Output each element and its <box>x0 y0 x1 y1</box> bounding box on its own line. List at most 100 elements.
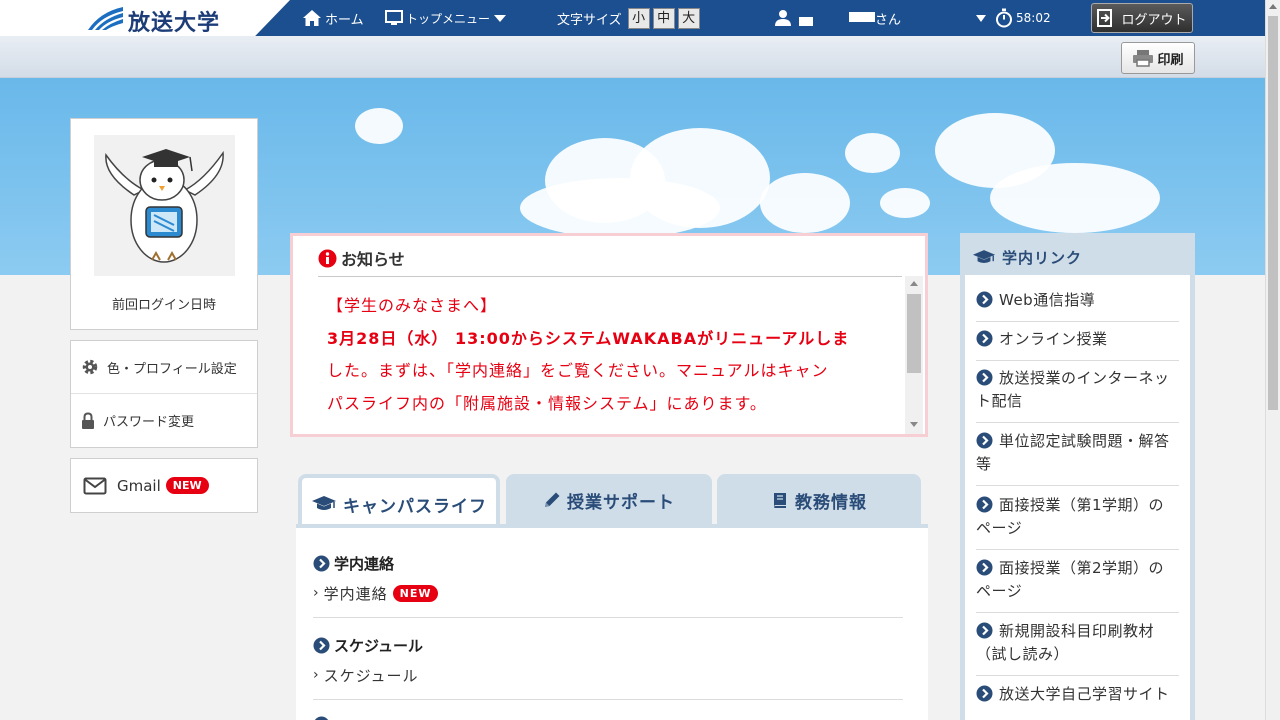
notice-heading: お知らせ <box>318 246 405 270</box>
page-scrollbar[interactable] <box>1265 0 1280 720</box>
user-info[interactable]: さん <box>774 0 901 36</box>
font-size-label: 文字サイズ <box>557 12 622 28</box>
sub-toolbar <box>0 36 1265 78</box>
circle-chevron-right-icon <box>976 685 993 702</box>
circle-chevron-right-icon <box>976 559 993 576</box>
schedule-link[interactable]: › スケジュール <box>313 665 903 685</box>
circle-chevron-right-icon <box>976 432 993 449</box>
gmail-link[interactable]: Gmail NEW <box>70 458 258 513</box>
link-label: 新規開設科目印刷教材（試し読み） <box>976 622 1155 663</box>
links-heading: 学内リンク <box>972 247 1082 268</box>
circle-chevron-right-icon <box>976 369 993 386</box>
circle-chevron-right-icon <box>976 622 993 639</box>
session-timer[interactable]: 58:02 <box>975 0 1051 36</box>
info-icon <box>318 249 337 267</box>
password-label: パスワード変更 <box>103 415 195 430</box>
book-icon <box>774 493 786 508</box>
logout-icon <box>1097 9 1113 27</box>
color-profile-settings-link[interactable]: 色・プロフィール設定 <box>71 341 257 394</box>
font-size-medium-button[interactable]: 中 <box>652 7 675 29</box>
font-size-large-button[interactable]: 大 <box>677 7 700 29</box>
avatar[interactable] <box>94 135 235 276</box>
tab-label: キャンパスライフ <box>343 496 487 517</box>
monitor-icon <box>385 10 403 25</box>
notice-line: パスライフ内の「附属施設・情報システム」にあります。 <box>327 393 767 413</box>
link-new-course-materials[interactable]: 新規開設科目印刷教材（試し読み） <box>976 620 1179 676</box>
scroll-down-arrow-icon[interactable] <box>910 422 918 427</box>
logo-area[interactable]: 放送大学 <box>0 0 290 36</box>
link-label: 学内連絡 <box>323 584 388 603</box>
notice-scroll-thumb[interactable] <box>907 294 921 373</box>
circle-chevron-right-icon <box>313 555 330 571</box>
scroll-thumb[interactable] <box>1268 16 1278 410</box>
tab-class-support[interactable]: 授業サポート <box>506 474 712 526</box>
logout-button[interactable]: ログアウト <box>1091 3 1193 33</box>
chevron-down-icon <box>976 14 986 22</box>
logo-text: 放送大学 <box>128 11 221 36</box>
print-button[interactable]: 印刷 <box>1121 42 1195 74</box>
logout-label: ログアウト <box>1121 12 1187 28</box>
settings-card: 色・プロフィール設定 パスワード変更 <box>70 340 258 448</box>
user-icon <box>775 10 791 26</box>
timer-value: 58:02 <box>1016 11 1051 25</box>
circle-chevron-right-icon <box>976 496 993 513</box>
tab-content-panel: 学内連絡 › 学内連絡 NEW スケジュール › スケジュール <box>296 528 928 720</box>
section-divider <box>313 617 903 618</box>
circle-chevron-right-icon <box>314 716 329 720</box>
scroll-up-arrow-icon[interactable] <box>1269 4 1277 9</box>
notice-body: 【学生のみなさまへ】 3月28日（水） 13:00からシステムWAKABAがリニ… <box>327 290 887 420</box>
envelope-icon <box>83 477 107 494</box>
link-web-correspondence[interactable]: Web通信指導 <box>976 289 1179 322</box>
link-self-study-site[interactable]: 放送大学自己学習サイト <box>976 683 1179 716</box>
top-menu-dropdown[interactable]: トップメニュー <box>385 0 510 36</box>
link-label: スケジュール <box>323 666 419 685</box>
color-profile-label: 色・プロフィール設定 <box>107 361 237 377</box>
link-broadcast-internet[interactable]: 放送授業のインターネット配信 <box>976 367 1179 423</box>
circle-chevron-right-icon <box>976 330 993 347</box>
notice-title: お知らせ <box>341 250 405 269</box>
notice-box: お知らせ 【学生のみなさまへ】 3月28日（水） 13:00からシステムWAKA… <box>290 233 928 437</box>
notice-line: 3月28日（水） 13:00からシステムWAKABAがリニューアルしま <box>327 328 850 348</box>
links-title: 学内リンク <box>1002 249 1083 267</box>
lock-icon <box>82 411 94 429</box>
user-name-redacted <box>849 12 875 24</box>
link-label: 放送大学自己学習サイト <box>999 685 1170 703</box>
graduation-cap-icon <box>972 250 996 264</box>
mascot-bird-icon <box>105 149 224 263</box>
gear-icon <box>82 359 98 375</box>
user-id-redacted <box>799 16 813 26</box>
pencil-icon <box>545 492 560 507</box>
link-label: 面接授業（第2学期）のページ <box>976 559 1165 600</box>
link-online-class[interactable]: オンライン授業 <box>976 328 1179 361</box>
scroll-up-arrow-icon[interactable] <box>910 281 918 286</box>
section-title: スケジュール <box>334 636 423 655</box>
link-face-to-face-term2[interactable]: 面接授業（第2学期）のページ <box>976 557 1179 613</box>
link-label: Web通信指導 <box>999 291 1096 309</box>
password-change-link[interactable]: パスワード変更 <box>71 394 257 447</box>
chevron-right-icon: › <box>313 667 320 683</box>
font-size-small-button[interactable]: 小 <box>627 7 650 29</box>
link-face-to-face-term1[interactable]: 面接授業（第1学期）のページ <box>976 494 1179 550</box>
chevron-down-icon <box>494 15 507 22</box>
notice-divider <box>318 276 902 277</box>
campus-notice-link[interactable]: › 学内連絡 NEW <box>313 583 903 603</box>
home-link[interactable]: ホーム <box>302 0 364 36</box>
tab-label: 教務情報 <box>795 492 867 513</box>
link-exam-answers[interactable]: 単位認定試験問題・解答等 <box>976 430 1179 486</box>
printer-icon <box>1133 50 1154 67</box>
notice-scrollbar[interactable] <box>905 276 923 434</box>
last-login-label: 前回ログイン日時 <box>111 298 216 313</box>
tab-campus-life[interactable]: キャンパスライフ <box>298 474 500 530</box>
campus-links-panel: 学内リンク Web通信指導 オンライン授業 放送授業のインターネット配信 単位認… <box>960 233 1195 720</box>
section-campus-notice: 学内連絡 › 学内連絡 NEW <box>313 553 903 603</box>
user-suffix: さん <box>875 12 902 28</box>
tab-academic-info[interactable]: 教務情報 <box>717 474 921 526</box>
section-schedule: スケジュール › スケジュール <box>313 635 903 685</box>
font-size-control: 文字サイズ 小 中 大 <box>557 0 700 36</box>
gmail-label: Gmail <box>117 476 161 495</box>
graduation-cap-icon <box>312 496 336 510</box>
home-label: ホーム <box>325 12 364 28</box>
top-menu-label: トップメニュー <box>406 11 491 26</box>
circle-chevron-right-icon <box>976 291 993 308</box>
profile-card: 前回ログイン日時 <box>70 118 258 330</box>
